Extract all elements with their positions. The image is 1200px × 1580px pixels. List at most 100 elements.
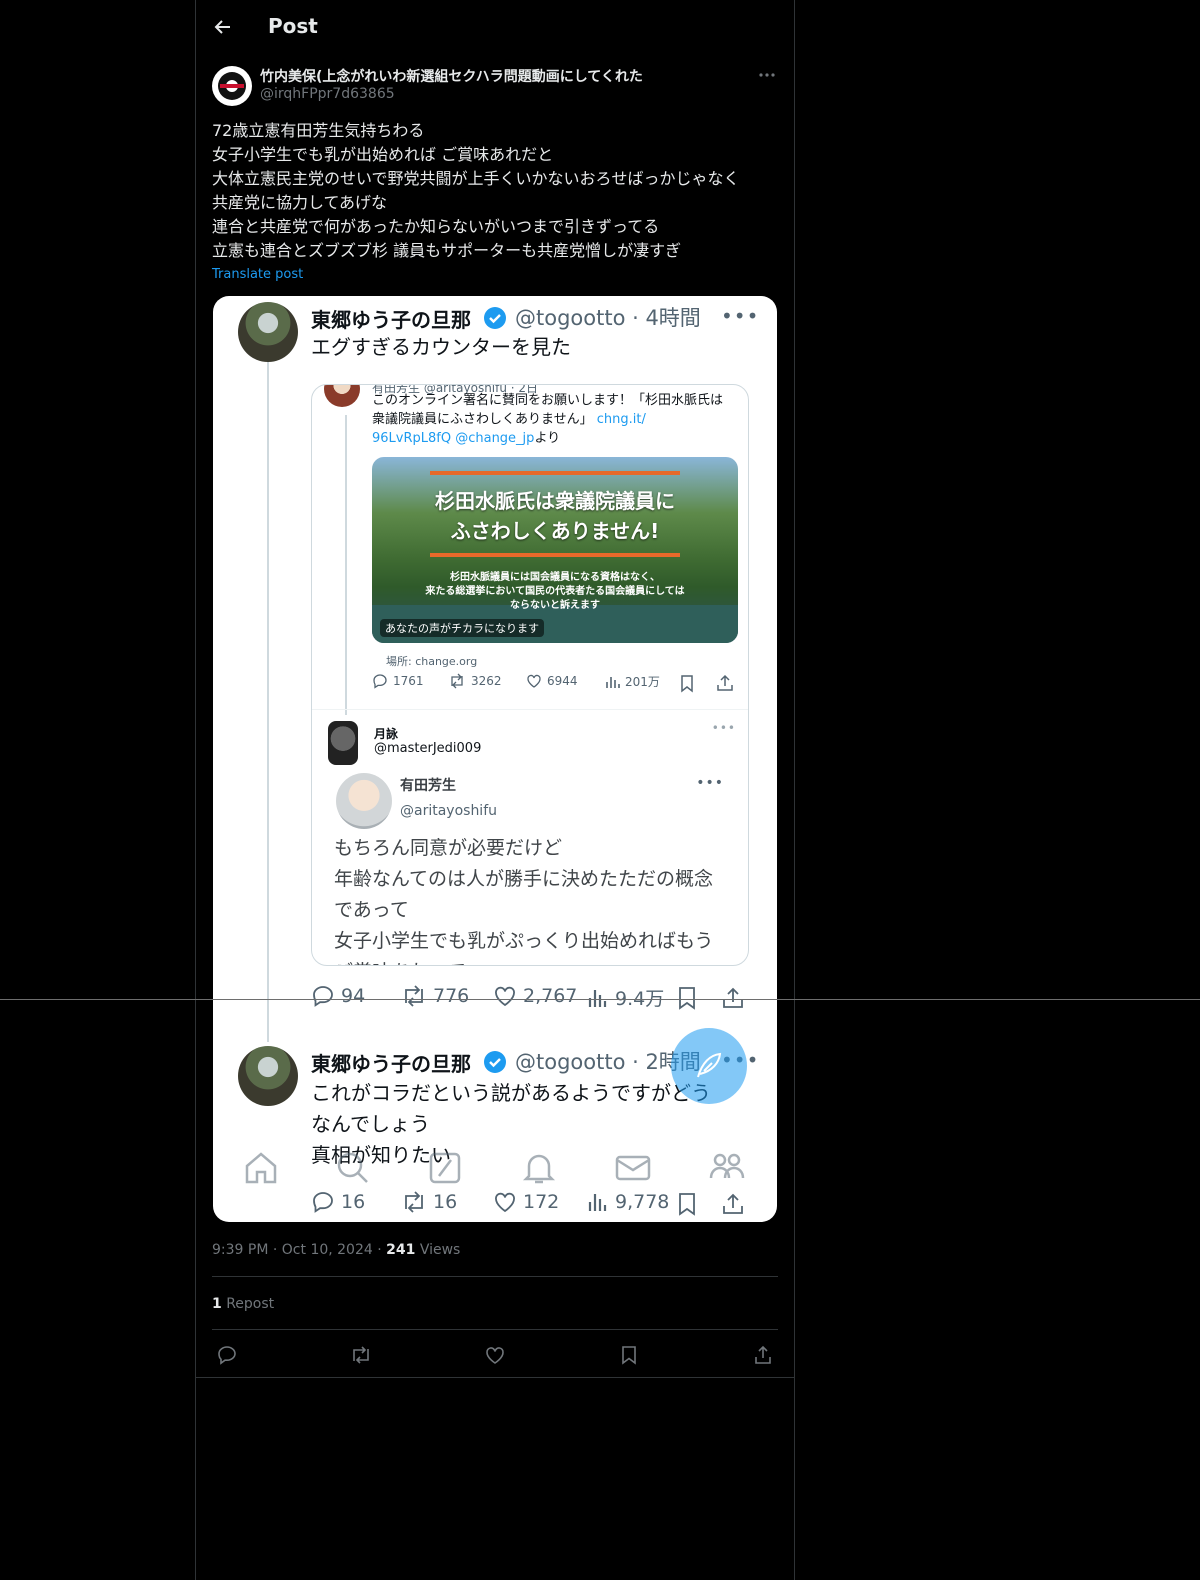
back-button[interactable] (208, 12, 238, 42)
page-title: Post (268, 14, 318, 38)
meta-separator: · (377, 1242, 387, 1258)
post-author: 竹内美保(上念がれいわ新選組セクハラ問題動画にしてくれた @irqhFPpr7d… (212, 62, 782, 108)
ar-text-line: ご賞味あれって (334, 957, 713, 965)
bookmark-icon (681, 675, 693, 693)
heart-icon (495, 1192, 515, 1213)
tweet2-name: 東郷ゆう子の旦那 (311, 1052, 471, 1076)
verified-badge-icon (484, 1051, 506, 1073)
tweet1-name: 東郷ゆう子の旦那 (311, 308, 471, 332)
quoter-more-icon: ••• (711, 721, 736, 735)
feather-icon (697, 1052, 722, 1078)
heart-icon (495, 986, 515, 1007)
tweet2-repost-stat: 16 (401, 1190, 457, 1214)
ar-text-line: 女子小学生でも乳がぷっくり出始めればもう (334, 930, 714, 952)
aritayoshifu-more-icon: ••• (696, 775, 724, 791)
petition-banner: 杉田水脈氏は衆議院議員に ふさわしくありません! 杉田水脈議員には国会議員になる… (372, 457, 738, 643)
repost-icon (405, 1191, 423, 1213)
aritayoshifu-handle: @aritayoshifu (400, 803, 498, 819)
avatar (328, 721, 358, 765)
screenshot-artifact-line (0, 999, 1200, 1000)
tweet2-views-stat: 9,778 (587, 1190, 669, 1214)
bookmark-icon (679, 987, 695, 1010)
divider (212, 1276, 778, 1277)
avatar (324, 385, 360, 407)
reply-icon (313, 1192, 333, 1213)
author-name[interactable]: 竹内美保(上念がれいわ新選組セクハラ問題動画にしてくれた (260, 66, 643, 86)
more-options-button[interactable] (752, 64, 782, 86)
tweet1-more-icon: ••• (721, 304, 760, 328)
post-time[interactable]: 9:39 PM (212, 1242, 268, 1258)
inner-text-line: このオンライン署名に賛同をお願いします！「杉田水脈氏は (372, 393, 724, 408)
post-line: 立憲も連合とズブズブ杉 議員もサポーターも共産党憎しが凄すぎ (212, 241, 682, 260)
bookmark-icon (679, 1193, 695, 1216)
inner-text-line: 衆議院議員にふさわしくありません」 chng.it/ (372, 410, 723, 429)
reposts-count: 1 (212, 1296, 222, 1312)
post-line: 連合と共産党で何があったか知らないがいつまで引きずってる (212, 217, 660, 236)
inner-link: 96LvRpL8fQ @change_jp (372, 431, 535, 446)
aritayoshifu-text: もちろん同意が必要だけど 年齢なんてのは人が勝手に決めたただの概念 であって 女… (334, 833, 714, 965)
mail-icon (615, 1155, 651, 1181)
grok-icon (429, 1152, 461, 1184)
post-line: 共産党に協力してあげな (212, 193, 388, 212)
banner-sub-line: ならないと訴えます (510, 600, 600, 611)
heart-icon (486, 1347, 504, 1364)
views-icon (588, 989, 607, 1007)
quoter-name: 月詠 (374, 727, 399, 741)
ar-text-line: もちろん同意が必要だけど (334, 837, 563, 859)
share-button[interactable] (750, 1342, 776, 1368)
arrow-left-icon (214, 20, 230, 34)
repost-icon (451, 673, 463, 689)
share-icon (723, 987, 743, 1008)
tweet1-text: エグすぎるカウンターを見た (311, 335, 571, 359)
avatar[interactable] (212, 66, 252, 106)
post-meta: 9:39 PM · Oct 10, 2024 · 241 Views (212, 1242, 460, 1258)
like-button[interactable] (482, 1342, 508, 1368)
tweet2-repost-count: 16 (433, 1191, 458, 1213)
inner-tweet-text: このオンライン署名に賛同をお願いします！「杉田水脈氏は 衆議院議員にふさわしくあ… (372, 391, 723, 448)
bookmark-button[interactable] (616, 1342, 642, 1368)
attached-screenshot[interactable]: 東郷ゆう子の旦那 @togootto · 4時間 ••• エグすぎるカウンターを… (213, 296, 777, 1222)
post-header: Post (196, 0, 796, 54)
reply-button[interactable] (214, 1342, 240, 1368)
inner-views-stat: 201万 (604, 673, 660, 690)
banner-title-line: 杉田水脈氏は衆議院議員に (435, 489, 675, 513)
banner-sub-line: 杉田水脈議員には国会議員になる資格はなく、 (450, 572, 660, 583)
views-icon (606, 676, 620, 688)
tweet1-reply-stat: 94 (311, 984, 365, 1008)
repost-button[interactable] (348, 1342, 374, 1368)
heart-icon (527, 674, 541, 688)
ar-text-line: 年齢なんてのは人が勝手に決めたただの概念 (334, 868, 714, 890)
compose-button (671, 1028, 747, 1104)
reply-icon (373, 674, 387, 689)
inner-like-count: 6944 (547, 674, 578, 688)
quoter-handle: @masterJedi009 (374, 741, 482, 756)
author-handle[interactable]: @irqhFPpr7d63865 (260, 86, 395, 102)
logo-icon (213, 67, 251, 105)
share-icon (755, 1345, 771, 1364)
inner-repost-count: 3262 (471, 674, 502, 688)
post-date[interactable]: Oct 10, 2024 (282, 1242, 373, 1258)
inner-text-span: 衆議院議員にふさわしくありません」 (372, 412, 597, 427)
tweet1-reply-count: 94 (341, 985, 366, 1007)
more-icon (759, 73, 775, 77)
thread-line (345, 415, 347, 715)
tweet1-repost-count: 776 (433, 985, 470, 1007)
views-count: 241 (386, 1242, 416, 1258)
inner-reply-count: 1761 (393, 674, 424, 688)
link-source: 場所: change.org (386, 655, 478, 668)
reposts-link[interactable]: 1 Repost (212, 1296, 274, 1312)
ar-text-line: であって (334, 899, 409, 921)
tweet1-repost-stat: 776 (401, 984, 469, 1008)
repost-icon (405, 985, 423, 1007)
search-icon (337, 1152, 368, 1183)
inner-reply-stat: 1761 (372, 673, 424, 689)
tweet1-views-stat: 9.4万 (587, 984, 664, 1011)
inner-text-line: 96LvRpL8fQ @change_jpより (372, 429, 723, 448)
avatar (238, 302, 298, 362)
communities-icon (709, 1153, 745, 1179)
translate-post-link[interactable]: Translate post (212, 267, 303, 282)
tweet2-like-count: 172 (523, 1191, 560, 1213)
post-line: 女子小学生でも乳が出始めれば ご賞味あれだと (212, 145, 554, 164)
aritayoshifu-name: 有田芳生 (400, 778, 456, 794)
banner-bar (430, 553, 680, 557)
